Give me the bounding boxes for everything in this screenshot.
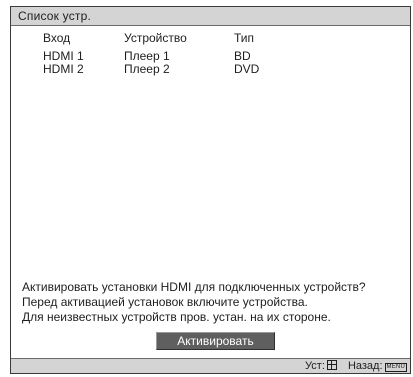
- menu-key-icon: MENU: [384, 363, 407, 372]
- table-row[interactable]: HDMI 2 Плеер 2 DVD: [11, 63, 410, 76]
- set-hint[interactable]: Уст:: [305, 359, 337, 373]
- footer-bar: Уст: Назад: MENU: [11, 358, 410, 373]
- back-hint[interactable]: Назад: MENU: [348, 359, 407, 373]
- message-line: Активировать установки HDMI для подключе…: [22, 280, 366, 294]
- footer-hints: Уст: Назад: MENU: [297, 359, 407, 373]
- message-line: Перед активацией установок включите устр…: [22, 295, 308, 309]
- activation-message: Активировать установки HDMI для подключе…: [22, 280, 406, 325]
- device-list-window: Список устр. Вход Устройство Тип HDMI 1 …: [10, 6, 411, 374]
- cell-type: DVD: [234, 62, 260, 76]
- window-title: Список устр.: [18, 9, 92, 23]
- column-header-input: Вход: [43, 31, 71, 45]
- column-header-device: Устройство: [124, 31, 187, 45]
- enter-icon: [326, 360, 337, 370]
- set-label: Уст:: [305, 360, 325, 372]
- table-header: Вход Устройство Тип: [11, 26, 410, 50]
- device-table: Вход Устройство Тип HDMI 1 Плеер 1 BD HD…: [11, 26, 410, 76]
- activate-button[interactable]: Активировать: [156, 332, 275, 350]
- message-line: Для неизвестных устройств пров. устан. н…: [22, 310, 331, 324]
- cell-device: Плеер 2: [124, 62, 170, 76]
- column-header-type: Тип: [234, 31, 255, 45]
- cell-input: HDMI 2: [43, 62, 84, 76]
- back-label: Назад:: [347, 360, 383, 372]
- title-bar: Список устр.: [11, 7, 410, 26]
